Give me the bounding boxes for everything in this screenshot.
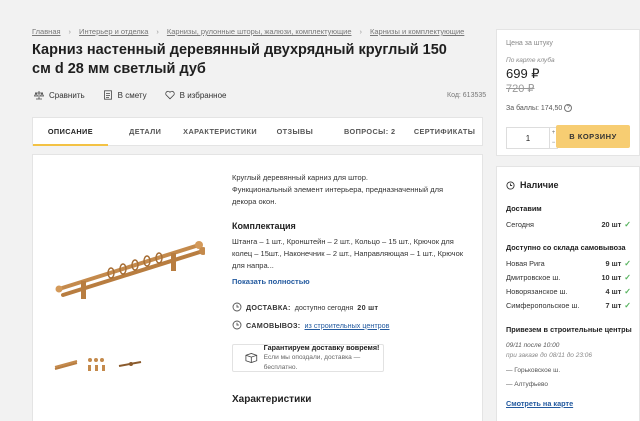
minus-icon[interactable]: − — [552, 140, 556, 146]
pickup-section-title: Доступно со склада самовывоза — [506, 243, 626, 252]
store-name: Дмитровское ш. — [506, 273, 561, 282]
plus-icon[interactable]: + — [552, 130, 556, 136]
estimate-label: В смету — [117, 90, 147, 100]
show-all-link[interactable]: Показать полностью — [232, 277, 310, 286]
thumbnail-2[interactable] — [85, 353, 111, 375]
breadcrumb-interior[interactable]: Интерьер и отделка — [79, 27, 148, 36]
breadcrumb-separator: › — [359, 27, 363, 36]
favorite-button[interactable]: В избранное — [165, 90, 227, 100]
kit-heading: Комплектация — [232, 221, 296, 231]
today-label: Сегодня — [506, 220, 534, 229]
add-to-cart-button[interactable]: В КОРЗИНУ — [556, 125, 630, 148]
old-price: 720 ₽ — [506, 83, 535, 95]
store-row: Симферопольское ш. 7 шт ✓ — [506, 301, 631, 310]
heart-icon — [165, 90, 175, 100]
document-icon — [103, 90, 112, 100]
check-icon: ✓ — [624, 273, 631, 282]
center-item: — Горьковское ш. — [506, 367, 561, 374]
tab-certificates[interactable]: СЕРТИФИКАТЫ — [407, 118, 482, 145]
club-price: 699 ₽ — [506, 66, 540, 81]
club-price-label: По карте клуба — [506, 57, 555, 64]
estimate-button[interactable]: В смету — [103, 90, 147, 100]
check-icon: ✓ — [624, 220, 631, 229]
product-code: Код: 613535 — [447, 92, 487, 99]
store-name: Новая Рига — [506, 259, 545, 268]
compare-label: Сравнить — [49, 90, 85, 100]
today-qty: 20 шт — [601, 220, 622, 229]
clock-icon — [232, 302, 242, 312]
centers-section-title: Привезем в строительные центры — [506, 325, 632, 334]
breadcrumb-cornices[interactable]: Карнизы, рулонные шторы, жалюзи, комплек… — [167, 27, 352, 36]
thumbnail-strip — [53, 353, 143, 375]
description-line-1: Круглый деревянный карниз для штор. — [232, 173, 368, 182]
thumbnail-3[interactable] — [117, 353, 143, 375]
delivery-info: ДОСТАВКА: доступно сегодня 20 шт — [232, 302, 378, 312]
compare-button[interactable]: Сравнить — [34, 90, 85, 100]
breadcrumb-cornices-parts[interactable]: Карнизы и комплектующие — [370, 27, 464, 36]
store-row: Дмитровское ш. 10 шт ✓ — [506, 273, 631, 282]
pickup-centers-link[interactable]: из строительных центров — [305, 321, 390, 330]
centers-date: 09/11 после 10:00 — [506, 342, 560, 349]
tab-description[interactable]: ОПИСАНИЕ — [33, 118, 108, 146]
characteristics-heading: Характеристики — [232, 394, 312, 405]
product-tabs: ОПИСАНИЕ ДЕТАЛИ ХАРАКТЕРИСТИКИ ОТЗЫВЫ ВО… — [32, 117, 483, 146]
tab-details[interactable]: ДЕТАЛИ — [108, 118, 183, 145]
clock-icon — [232, 320, 242, 330]
tab-characteristics[interactable]: ХАРАКТЕРИСТИКИ — [183, 118, 258, 145]
delivery-qty: 20 шт — [357, 302, 379, 312]
bonus-price: За баллы: 174,50 ? — [506, 104, 573, 112]
info-icon[interactable]: ? — [564, 104, 573, 112]
availability-title: Наличие — [520, 180, 559, 190]
scales-icon — [34, 91, 44, 100]
favorite-label: В избранное — [179, 90, 227, 100]
delivery-guarantee: Гарантируем доставку вовремя! Если мы оп… — [232, 343, 384, 372]
guarantee-title: Гарантируем доставку вовремя! — [263, 343, 380, 352]
product-actions: Сравнить В смету В избранное — [34, 90, 226, 100]
availability-panel: Наличие Доставим Сегодня 20 шт ✓ Доступно… — [496, 166, 640, 421]
box-icon — [245, 353, 258, 363]
thumbnail-1[interactable] — [53, 353, 79, 375]
store-name: Новорязанское ш. — [506, 287, 568, 296]
description-line-2: Функциональный элемент интерьера, предна… — [232, 185, 444, 206]
store-qty: 10 шт — [601, 273, 622, 282]
pickup-label: САМОВЫВОЗ: — [246, 320, 301, 330]
check-icon: ✓ — [624, 287, 631, 296]
bonus-text: За баллы: 174,50 — [506, 104, 563, 112]
breadcrumb: Главная › Интерьер и отделка › Карнизы, ру… — [32, 27, 464, 36]
clock-icon — [506, 180, 515, 190]
pickup-info: САМОВЫВОЗ: из строительных центров — [232, 320, 389, 330]
description-text: Круглый деревянный карниз для штор. Функ… — [232, 172, 467, 208]
delivery-label: ДОСТАВКА: — [246, 302, 291, 312]
product-image[interactable] — [53, 233, 205, 303]
delivery-section-title: Доставим — [506, 204, 542, 213]
list-item: Сегодня 20 шт ✓ — [506, 220, 631, 229]
delivery-text: доступно сегодня — [294, 302, 354, 312]
check-icon: ✓ — [624, 259, 631, 268]
breadcrumb-separator: › — [68, 27, 72, 36]
store-qty: 7 шт — [605, 301, 622, 310]
quantity-input[interactable]: 1 — [506, 127, 550, 149]
store-qty: 4 шт — [605, 287, 622, 296]
center-item: — Алтуфьево — [506, 381, 549, 388]
store-row: Новая Рига 9 шт ✓ — [506, 259, 631, 268]
check-icon: ✓ — [624, 301, 631, 310]
kit-text: Штанга – 1 шт., Кронштейн – 2 шт., Кольц… — [232, 237, 464, 270]
store-qty: 9 шт — [605, 259, 622, 268]
price-label: Цена за штуку — [506, 40, 553, 47]
store-name: Симферопольское ш. — [506, 301, 580, 310]
tab-reviews[interactable]: ОТЗЫВЫ — [257, 118, 332, 145]
breadcrumb-separator: › — [156, 27, 159, 36]
availability-heading: Наличие — [506, 180, 559, 190]
map-link[interactable]: Смотреть на карте — [506, 399, 573, 408]
tab-questions[interactable]: ВОПРОСЫ: 2 — [332, 118, 407, 145]
centers-note: при заказе до 08/11 до 23:06 — [506, 352, 592, 359]
breadcrumb-home[interactable]: Главная — [32, 27, 61, 36]
store-row: Новорязанское ш. 4 шт ✓ — [506, 287, 631, 296]
guarantee-subtitle: Если мы опоздали, доставка — бесплатно. — [263, 354, 361, 371]
page-title: Карниз настенный деревянный двухрядный к… — [32, 42, 447, 77]
